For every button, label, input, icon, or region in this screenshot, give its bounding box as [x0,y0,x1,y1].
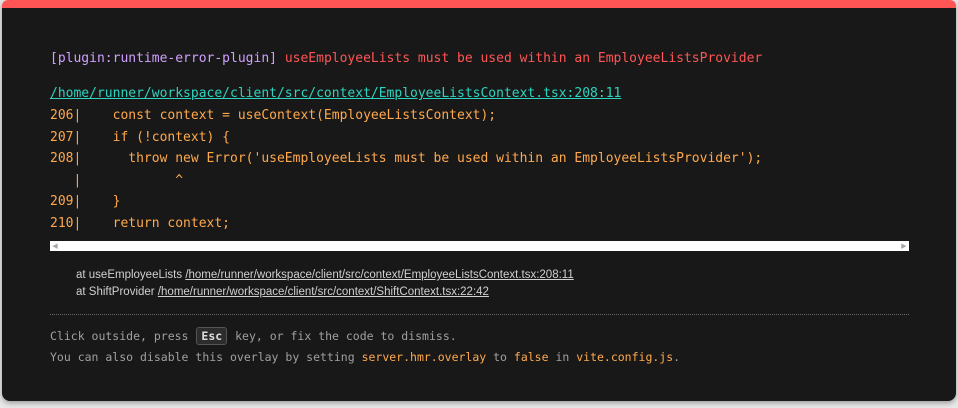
stack-frame-link[interactable]: /home/runner/workspace/client/src/contex… [185,269,573,281]
code-line: 209| } [50,194,121,210]
config-file-code: vite.config.js [576,350,674,364]
stack-frame-prefix: at ShiftProvider [76,286,158,298]
scroll-right-arrow-icon[interactable]: ▶ [899,241,909,251]
stack-frame: at ShiftProvider /home/runner/workspace/… [76,284,574,301]
false-value-code: false [513,350,549,364]
tip-text: key, or fix the code to dismiss. [228,329,457,343]
tip-text: . [673,350,681,364]
tip-text: You can also disable this overlay by set… [50,350,362,364]
error-file-link[interactable]: /home/runner/workspace/client/src/contex… [50,86,621,102]
tip-text: Click outside, press [50,329,196,343]
error-overlay[interactable]: [plugin:runtime-error-plugin] useEmploye… [2,0,956,401]
config-option-code: server.hmr.overlay [361,350,487,364]
stack-frame-prefix: at useEmployeeLists [76,269,186,281]
plugin-name: [plugin:runtime-error-plugin] [50,51,277,66]
tip-text: in [548,350,577,364]
code-line: 207| if (!context) { [50,129,231,145]
error-message: useEmployeeLists must be used within an … [284,51,763,66]
stack-trace: at useEmployeeLists /home/runner/workspa… [76,267,574,301]
stack-frame-link[interactable]: /home/runner/workspace/client/src/contex… [158,286,489,298]
dismiss-tip: Click outside, press Esc key, or fix the… [50,327,457,345]
code-line-caret: | ^ [50,172,184,188]
divider [50,314,909,315]
scroll-left-arrow-icon[interactable]: ◀ [50,241,60,251]
esc-key-badge: Esc [196,327,228,345]
code-line: 208| throw new Error('useEmployeeLists m… [50,151,763,167]
code-frame: 206| const context = useContext(Employee… [50,105,908,235]
horizontal-scrollbar[interactable]: ◀ ▶ [50,241,909,251]
code-line: 210| return context; [50,215,231,231]
tip-text: to [486,350,514,364]
config-tip: You can also disable this overlay by set… [50,348,680,366]
code-line: 206| const context = useContext(Employee… [50,108,497,123]
error-header: [plugin:runtime-error-plugin] useEmploye… [50,51,762,67]
stack-frame: at useEmployeeLists /home/runner/workspa… [76,267,574,284]
